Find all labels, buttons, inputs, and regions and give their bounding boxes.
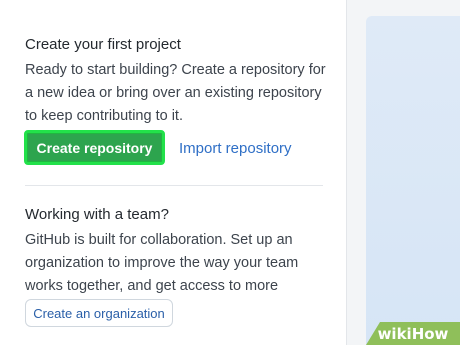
create-organization-label: Create an organization <box>33 305 165 321</box>
feed-card <box>366 16 460 345</box>
wikihow-watermark-logo: wikiHow <box>366 322 460 345</box>
import-repository-link[interactable]: Import repository <box>179 140 292 157</box>
create-organization-button[interactable]: Create an organization <box>25 299 173 327</box>
team-title: Working with a team? <box>25 206 169 223</box>
section-divider <box>25 185 323 186</box>
create-repository-button[interactable]: Create repository <box>24 130 165 165</box>
create-repository-label: Create repository <box>36 139 153 156</box>
first-project-title: Create your first project <box>25 36 181 53</box>
first-project-description: Ready to start building? Create a reposi… <box>25 62 326 124</box>
